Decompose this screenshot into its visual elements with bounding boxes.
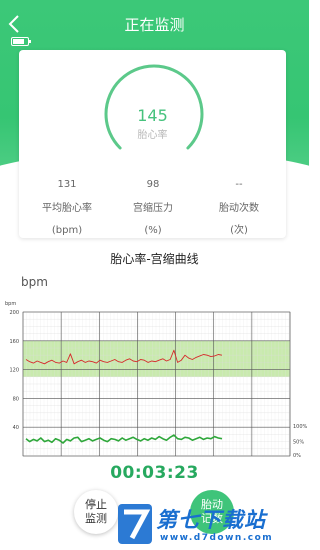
y-right-tick-label: 50%: [293, 440, 304, 446]
watermark-url: www.d7down.com: [160, 533, 274, 543]
chart-unit-label: bpm: [21, 275, 48, 289]
stat-unit: (次): [230, 225, 248, 236]
elapsed-timer: 00:03:23: [110, 463, 199, 483]
stat-value: 131: [57, 179, 77, 190]
stat-label: 平均胎心率: [42, 203, 92, 214]
normal-range-band: [23, 340, 290, 377]
y-tick-label: 40: [13, 425, 19, 431]
stat-fetal-movements: -- 胎动次数 (次): [199, 178, 279, 238]
y-tick-label: 120: [9, 368, 19, 374]
fhr-toco-chart[interactable]: bpm 200 160 120 80 40 100% 50% 0%: [0, 296, 309, 464]
stat-contraction-pressure: 98 宫缩压力 (%): [113, 178, 193, 238]
heart-rate-label: 胎心率: [137, 130, 168, 141]
stat-average-fhr: 131 平均胎心率 (bpm): [27, 178, 107, 238]
watermark-brand: 第七下载站: [156, 508, 266, 532]
stop-monitoring-button[interactable]: 停止 监测: [74, 490, 118, 534]
y-right-tick-label: 0%: [293, 453, 301, 459]
page-title: 正在监测: [124, 16, 185, 34]
heart-rate-card: 145 胎心率 131 平均胎心率 (bpm) 98 宫缩压力 (%) -- 胎…: [19, 50, 286, 238]
battery-icon: [11, 37, 31, 46]
y-tick-label: 160: [9, 339, 19, 345]
y-right-tick-label: 100%: [293, 424, 308, 430]
stat-unit: (%): [144, 225, 162, 236]
stop-button-label: 停止 监测: [85, 498, 107, 525]
stat-value: 98: [146, 179, 160, 190]
y-tick-label: 80: [13, 396, 19, 402]
stat-label: 宫缩压力: [133, 203, 173, 214]
battery-level: [13, 39, 25, 44]
monitoring-screen: 正在监测 145 胎心率 131 平均胎心率 (bpm) 98 宫缩压力 (%)…: [0, 0, 309, 550]
y-tick-label: 200: [9, 310, 19, 316]
chart-title: 胎心率-宫缩曲线: [110, 252, 199, 266]
stat-value: --: [235, 179, 243, 190]
chart-small-unit: bpm: [5, 301, 16, 307]
stat-label: 胎动次数: [219, 203, 259, 214]
heart-rate-value: 145: [137, 106, 168, 125]
stat-unit: (bpm): [51, 225, 83, 236]
